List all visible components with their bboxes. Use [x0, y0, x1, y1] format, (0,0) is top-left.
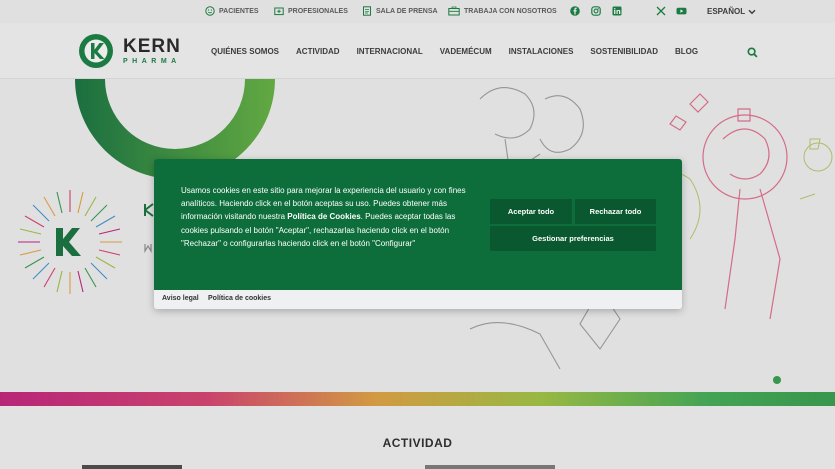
accept-all-button[interactable]: Aceptar todo [490, 199, 572, 224]
cookie-policy-link[interactable]: Política de Cookies [287, 212, 360, 221]
cookie-policy-footer-link[interactable]: Política de cookies [208, 295, 271, 302]
cookie-consent-footer: Aviso legal Política de cookies [154, 290, 682, 309]
cookie-consent-text: Usamos cookies en este sitio para mejora… [181, 184, 477, 250]
manage-preferences-button[interactable]: Gestionar preferencias [490, 226, 656, 251]
reject-all-button[interactable]: Rechazar todo [575, 199, 656, 224]
cookie-consent-dialog: Usamos cookies en este sitio para mejora… [154, 159, 682, 309]
cookie-consent-body: Usamos cookies en este sitio para mejora… [154, 159, 682, 290]
legal-notice-link[interactable]: Aviso legal [162, 295, 199, 302]
